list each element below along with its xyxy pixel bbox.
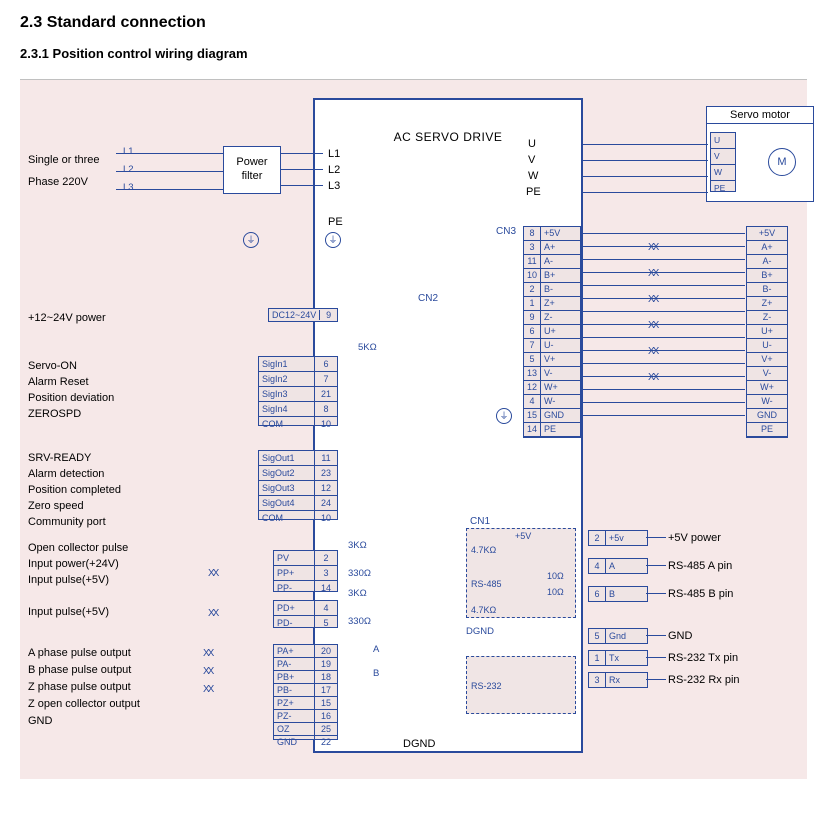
- cn3-table-right: +5VA+A-B+B-Z+Z-U+U-V+V-W+W-GNDPE: [746, 226, 788, 438]
- dc-power-label: +12~24V power: [28, 312, 106, 324]
- drive-term-l2: L2: [328, 164, 340, 176]
- label-servo-on: Servo-ON: [28, 358, 114, 374]
- rs232-box: RS-232: [466, 656, 576, 714]
- label-input-power-24v: Input power(+24V): [28, 556, 128, 572]
- dc-range: DC12~24V: [269, 310, 320, 320]
- label-a-phase: A phase pulse output: [28, 646, 140, 663]
- ground-icon: ⏚: [325, 232, 341, 248]
- power-line-l2: L2: [123, 164, 134, 175]
- drive-term-pe: PE: [328, 216, 343, 228]
- twist-icon: XX: [208, 608, 217, 619]
- label-community-port: Community port: [28, 514, 121, 530]
- cn3-table-left: 8+5V3A+11A-10B+2B-1Z+9Z-6U+7U-5V+13V-12W…: [523, 226, 581, 438]
- drive-term-l3: L3: [328, 180, 340, 192]
- label-z-oc: Z open collector output: [28, 697, 140, 714]
- sigin-labels: Servo-ON Alarm Reset Position deviation …: [28, 358, 114, 422]
- phase-mark-b: B: [373, 668, 379, 679]
- pulsein-block-1: PV2 PP+3 PP-14: [273, 550, 338, 592]
- cn1-desc-4: RS-232 Tx pin: [668, 650, 738, 666]
- label-zero-speed: Zero speed: [28, 498, 121, 514]
- power-source-label-2: Phase 220V: [28, 176, 88, 188]
- twist-icon: XX: [203, 684, 212, 695]
- phase-mark-a: A: [373, 644, 379, 655]
- label-position-deviation: Position deviation: [28, 390, 114, 406]
- cn1-label: CN1: [470, 516, 490, 527]
- power-line-l1: L1: [123, 146, 134, 157]
- label-zerospd: ZEROSPD: [28, 406, 114, 422]
- twist-icon: XX: [208, 568, 217, 579]
- label-gnd: GND: [28, 714, 140, 731]
- pulsein-r2: 330Ω: [348, 568, 371, 579]
- dc-range-box: DC12~24V 9: [268, 308, 338, 322]
- label-srv-ready: SRV-READY: [28, 450, 121, 466]
- power-line-l3: L3: [123, 182, 134, 193]
- servo-motor-title: Servo motor: [707, 107, 813, 124]
- pulseout-block: PA+20 PA-19 PB+18 PB-17 PZ+15 PZ-16 OZ25…: [273, 644, 338, 740]
- label-alarm-reset: Alarm Reset: [28, 374, 114, 390]
- label-alarm-detection: Alarm detection: [28, 466, 121, 482]
- sigout-block: SigOut111 SigOut223 SigOut312 SigOut424 …: [258, 450, 338, 520]
- sigin-resistor: 5KΩ: [358, 342, 377, 353]
- sigin-block: SigIn16 SigIn27 SigIn321 SigIn48 COM10: [258, 356, 338, 426]
- rs485-box: +5V 4.7KΩ RS-485 4.7KΩ 10Ω 10Ω: [466, 528, 576, 618]
- label-z-phase: Z phase pulse output: [28, 680, 140, 697]
- power-filter-label: Power filter: [236, 156, 267, 182]
- label-input-pulse-5v-2: Input pulse(+5V): [28, 604, 128, 620]
- cn1-desc-5: RS-232 Rx pin: [668, 672, 740, 688]
- ground-icon: ⏚: [496, 408, 512, 424]
- cn1-desc-2: RS-485 B pin: [668, 586, 733, 602]
- motor-term-pe: PE: [526, 186, 541, 198]
- twist-icon: XX: [203, 648, 212, 659]
- cn1-desc-3: GND: [668, 628, 692, 644]
- pulseout-labels: A phase pulse output B phase pulse outpu…: [28, 646, 140, 731]
- motor-term-w: W: [528, 170, 538, 182]
- label-position-completed: Position completed: [28, 482, 121, 498]
- cn1-desc-1: RS-485 A pin: [668, 558, 732, 574]
- dc-range-pin: 9: [320, 310, 337, 320]
- label-input-pulse-5v-1: Input pulse(+5V): [28, 572, 128, 588]
- wiring-diagram: AC SERVO DRIVE Single or three Phase 220…: [20, 79, 807, 779]
- cn2-label: CN2: [418, 293, 438, 304]
- motor-term-v: V: [528, 154, 535, 166]
- power-filter-box: Power filter: [223, 146, 281, 194]
- ground-icon-2: ⏚: [243, 232, 259, 248]
- motor-terms: U V W PE: [710, 132, 736, 192]
- pulsein-r1: 3KΩ: [348, 540, 367, 551]
- pulsein-r1b: 3KΩ: [348, 588, 367, 599]
- cn3-label: CN3: [496, 226, 516, 237]
- pulsein-block-2: PD+4 PD-5: [273, 600, 338, 628]
- drive-title: AC SERVO DRIVE: [313, 130, 583, 144]
- cn1-table: 2+5v4A6B5Gnd1Tx3Rx: [588, 530, 646, 700]
- dgnd-cn1: DGND: [466, 626, 494, 637]
- subsection-heading: 2.3.1 Position control wiring diagram: [20, 46, 807, 61]
- label-oc-pulse: Open collector pulse: [28, 540, 128, 556]
- motor-term-u: U: [528, 138, 536, 150]
- label-b-phase: B phase pulse output: [28, 663, 140, 680]
- drive-term-l1: L1: [328, 148, 340, 160]
- section-heading: 2.3 Standard connection: [20, 14, 807, 32]
- pulsein-r2b: 330Ω: [348, 616, 371, 627]
- dgnd-label: DGND: [403, 738, 435, 750]
- pulsein-labels: Open collector pulse Input power(+24V) I…: [28, 540, 128, 620]
- twist-icon: XX: [203, 666, 212, 677]
- motor-icon: M: [768, 148, 796, 176]
- cn1-desc-0: +5V power: [668, 530, 721, 546]
- power-source-label-1: Single or three: [28, 154, 100, 166]
- sigout-labels: SRV-READY Alarm detection Position compl…: [28, 450, 121, 530]
